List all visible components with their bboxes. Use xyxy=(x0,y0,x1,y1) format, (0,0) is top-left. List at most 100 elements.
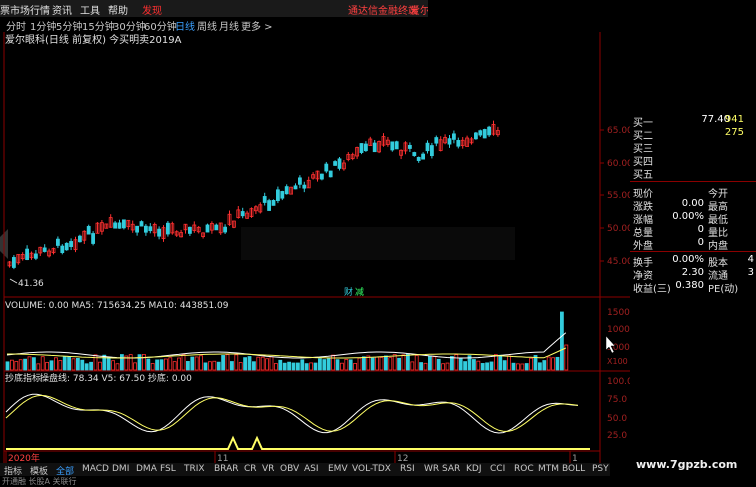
tf-15min[interactable]: 15分钟 xyxy=(82,18,115,33)
volume-bar xyxy=(392,354,397,371)
volume-bar xyxy=(353,363,358,371)
indicator-tab-sar[interactable]: SAR xyxy=(442,464,460,474)
volume-bar xyxy=(538,362,542,371)
volume-bar xyxy=(238,362,243,371)
candle-body xyxy=(390,141,395,151)
tf-30min[interactable]: 30分钟 xyxy=(113,18,146,33)
volume-bar xyxy=(98,361,102,371)
date-label: 12 xyxy=(397,454,408,463)
candle-body xyxy=(412,152,417,157)
tf-60min[interactable]: 60分钟 xyxy=(144,18,177,33)
tf-daily[interactable]: 日线 xyxy=(175,18,195,33)
indicator-tab-mtm[interactable]: MTM xyxy=(538,464,559,474)
indicator-tab-emv[interactable]: EMV xyxy=(328,464,348,474)
indicator-axis-label: 50.0 xyxy=(607,414,627,424)
volume-bar xyxy=(291,362,296,371)
quote-value: 0 xyxy=(697,224,704,235)
candle-body xyxy=(429,145,434,157)
candle-body xyxy=(473,132,478,140)
quote-row: 涨幅 0.00% 最低 xyxy=(630,211,756,226)
menu-item-market[interactable]: 票市场行情 xyxy=(0,2,50,17)
broker-notice[interactable]: 通达信金融终端 xyxy=(348,2,418,17)
candle-body xyxy=(187,226,192,234)
finance-label-2[interactable]: 减 xyxy=(355,286,364,298)
volume-bar xyxy=(313,362,318,371)
tf-weekly[interactable]: 周线 xyxy=(197,18,217,33)
indicator-tab-asi[interactable]: ASI xyxy=(304,464,319,474)
indicator-tab-rsi[interactable]: RSI xyxy=(400,464,415,474)
candle-body xyxy=(240,211,245,217)
bid-row[interactable]: 买二 275 xyxy=(630,127,756,142)
volume-bar xyxy=(397,357,402,371)
price-label: 45.00 xyxy=(607,257,630,267)
broker-notice-2[interactable]: 爱尔 xyxy=(410,2,430,17)
volume-bar xyxy=(427,355,432,371)
indicator-tab-trix[interactable]: TRIX xyxy=(184,464,205,474)
tf-intraday[interactable]: 分时 xyxy=(6,18,26,33)
tf-more[interactable]: 更多 > xyxy=(241,18,273,33)
bid-row[interactable]: 买四 xyxy=(630,153,756,168)
volume-bar xyxy=(106,357,111,371)
indicator-tab-boll[interactable]: BOLL xyxy=(562,464,585,474)
candle-body xyxy=(25,248,30,261)
indicator-tab-vr[interactable]: VR xyxy=(262,464,274,474)
volume-bar xyxy=(137,354,142,371)
menu-item-news[interactable]: 资讯 xyxy=(52,2,72,17)
volume-bar xyxy=(370,357,375,371)
indicator-tab-cr[interactable]: CR xyxy=(244,464,257,474)
volume-bar xyxy=(172,361,177,371)
indicator-tab-voltdx[interactable]: VOL-TDX xyxy=(352,464,391,474)
indicator-tab-macd[interactable]: MACD xyxy=(82,464,109,474)
menu-item-help[interactable]: 帮助 xyxy=(108,2,128,17)
indicator-tab-dma[interactable]: DMA xyxy=(136,464,157,474)
menu-item-discover[interactable]: 发现 xyxy=(142,2,162,17)
finance-label[interactable]: 财 xyxy=(344,286,353,298)
indicator-tab-psy[interactable]: PSY xyxy=(592,464,609,474)
quote-value: 0 xyxy=(697,237,704,248)
candle-body xyxy=(293,185,298,190)
quote-value-2: 3 xyxy=(747,267,754,278)
candle-body xyxy=(69,241,73,248)
indicator-tab-wr[interactable]: WR xyxy=(424,464,439,474)
indicator-tab-brar[interactable]: BRAR xyxy=(214,464,238,474)
indicator-tab-dmi[interactable]: DMI xyxy=(112,464,129,474)
quote-label-2: PE(动) xyxy=(708,284,739,295)
volume-bar xyxy=(309,362,314,371)
bid-row[interactable]: 买五 xyxy=(630,166,756,181)
volume-bar xyxy=(247,356,252,371)
candle-body xyxy=(280,191,285,199)
volume-bar xyxy=(485,362,490,371)
bid-row[interactable]: 买一 77.40 941 xyxy=(630,114,756,129)
volume-header: VOLUME: 0.00 MA5: 715634.25 MA10: 443851… xyxy=(5,301,229,311)
watermark-text: www.7gpzb.com xyxy=(636,458,738,471)
volume-bar xyxy=(76,357,80,371)
volume-bar xyxy=(260,356,265,371)
indicator-tab-fsl[interactable]: FSL xyxy=(160,464,176,474)
candle-body xyxy=(56,238,60,246)
volume-bar xyxy=(520,363,525,371)
volume-bar xyxy=(36,363,41,371)
volume-bar xyxy=(229,361,234,371)
indicator-axis-label: 25.0 xyxy=(607,431,627,441)
indicator-tab-obv[interactable]: OBV xyxy=(280,464,299,474)
volume-bar xyxy=(251,361,256,371)
indicator-tab-roc[interactable]: ROC xyxy=(514,464,534,474)
quote-row: 涨跌 0.00 最高 xyxy=(630,198,756,213)
tf-1min[interactable]: 1分钟 xyxy=(30,18,56,33)
indicator-tab-kdj[interactable]: KDJ xyxy=(466,464,482,474)
indicator-tab-cci[interactable]: CCI xyxy=(490,464,505,474)
volume-bar xyxy=(190,356,195,371)
volume-bar xyxy=(383,355,388,371)
menu-item-tools[interactable]: 工具 xyxy=(80,2,100,17)
bid-row[interactable]: 买三 xyxy=(630,140,756,155)
candle-body xyxy=(319,173,324,180)
candle-body xyxy=(416,156,421,161)
price-label: 50.00 xyxy=(607,224,630,234)
tf-monthly[interactable]: 月线 xyxy=(219,18,239,33)
volume-bar xyxy=(542,360,547,371)
tf-5min[interactable]: 5分钟 xyxy=(56,18,82,33)
indicator-axis-label: 100.0 xyxy=(607,377,630,387)
volume-bar xyxy=(58,360,63,371)
indicator-lines xyxy=(5,393,590,450)
candle-body xyxy=(11,257,16,268)
